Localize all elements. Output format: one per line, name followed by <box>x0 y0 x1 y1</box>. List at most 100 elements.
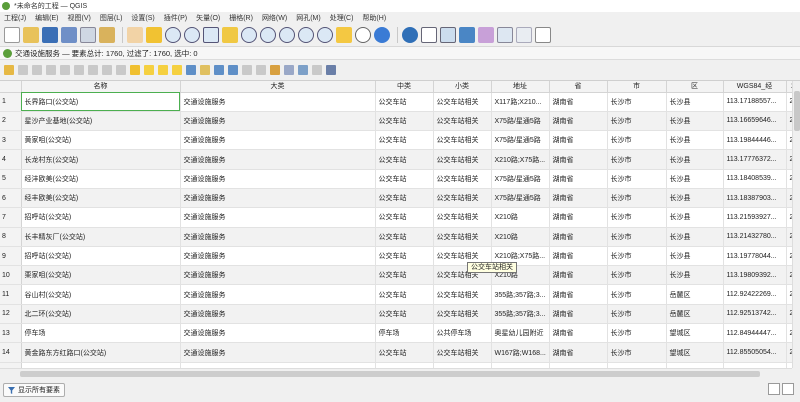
table-cell[interactable]: 望城区 <box>666 342 724 363</box>
table-cell[interactable]: 长沙市 <box>607 169 667 189</box>
table-cell[interactable]: 公交车站相关 <box>433 284 492 305</box>
table-cell[interactable]: 湖南省 <box>549 188 608 209</box>
zoom-full-icon[interactable] <box>222 26 238 43</box>
print-layout-icon[interactable] <box>80 26 96 43</box>
table-cell[interactable]: 招呼站(公交站) <box>21 207 181 228</box>
multi-edit-icon[interactable] <box>18 65 28 75</box>
cut-icon[interactable] <box>88 65 98 75</box>
select-by-expression-icon[interactable] <box>130 65 140 75</box>
table-cell[interactable]: 113.18408539... <box>723 169 787 189</box>
table-cell[interactable]: 公交车站 <box>375 265 434 286</box>
table-cell[interactable]: 交通设施服务 <box>180 265 376 286</box>
table-cell[interactable]: 经丰欧美(公交站) <box>21 188 181 209</box>
table-cell[interactable]: 长沙县 <box>666 130 724 151</box>
menu-item[interactable]: 图层(L) <box>100 13 123 23</box>
menu-item[interactable]: 网孔(M) <box>296 13 321 23</box>
table-cell[interactable]: 长沙县 <box>666 207 724 228</box>
menu-item[interactable]: 插件(P) <box>164 13 187 23</box>
table-cell[interactable]: 湖南省 <box>549 323 608 344</box>
attribute-table[interactable]: 名称大类中类小类地址省市区WGS84_经29 1长界路口(公交站)交通设施服务公… <box>0 81 792 368</box>
row-number[interactable]: 4 <box>0 149 22 170</box>
zoom-native-icon[interactable] <box>279 26 295 43</box>
table-cell[interactable]: 公交车站 <box>375 92 434 112</box>
menu-item[interactable]: 工程(J) <box>4 13 26 23</box>
copy-icon[interactable] <box>102 65 112 75</box>
table-cell[interactable]: 长沙市 <box>607 207 667 228</box>
pan-to-selected-icon[interactable] <box>214 65 224 75</box>
table-cell[interactable]: 公交车站相关 <box>433 304 492 325</box>
table-cell[interactable]: 长沙市 <box>607 284 667 305</box>
table-cell[interactable]: 交通设施服务 <box>180 284 376 305</box>
vertical-scrollbar[interactable] <box>792 81 800 368</box>
table-cell[interactable]: 交通设施服务 <box>180 188 376 209</box>
table-cell[interactable]: 113.17776372... <box>723 149 787 170</box>
zoom-to-selected-icon[interactable] <box>228 65 238 75</box>
table-cell[interactable]: 113.16659646... <box>723 111 787 132</box>
table-cell[interactable]: 长界路口(公交站) <box>21 92 181 112</box>
table-cell[interactable]: 湖南省 <box>549 207 608 228</box>
table-cell[interactable]: 公交车站 <box>375 207 434 228</box>
save-as-icon[interactable] <box>61 26 77 43</box>
table-cell[interactable]: 长沙市 <box>607 342 667 363</box>
table-row[interactable]: 6 经丰欧美(公交站) 交通设施服务 公交车站 公交车站相关 X75路/星通5路 湖南省 长沙… <box>0 188 792 209</box>
table-cell[interactable]: 交通设施服务 <box>180 207 376 228</box>
table-cell[interactable]: X210路 <box>491 207 550 228</box>
horizontal-scrollbar[interactable] <box>0 368 792 378</box>
add-feature-icon[interactable] <box>60 65 70 75</box>
row-number[interactable]: 11 <box>0 284 22 305</box>
table-cell[interactable]: 112.85505054... <box>723 342 787 363</box>
table-cell[interactable]: 交通设施服务 <box>180 130 376 151</box>
table-cell[interactable]: X75路/星通5路 <box>491 111 550 132</box>
table-cell[interactable]: 112.92422269... <box>723 284 787 305</box>
table-cell[interactable]: 长沙县 <box>666 111 724 132</box>
table-cell[interactable]: 湖南省 <box>549 342 608 363</box>
pan-hand-icon[interactable] <box>127 26 143 43</box>
column-header[interactable]: WGS84_经 <box>723 81 787 93</box>
table-cell[interactable]: 谷山村(公交站) <box>21 284 181 305</box>
table-cell[interactable]: 交通设施服务 <box>180 342 376 363</box>
table-cell[interactable]: 交通设施服务 <box>180 169 376 189</box>
table-cell[interactable]: 交通设施服务 <box>180 323 376 344</box>
table-cell[interactable]: 星沙产业基地(公交站) <box>21 111 181 132</box>
table-cell[interactable]: 长沙市 <box>607 265 667 286</box>
table-cell[interactable]: 奥星幼儿园附近 <box>491 323 550 344</box>
table-cell[interactable]: 公交车站 <box>375 149 434 170</box>
menu-item[interactable]: 帮助(H) <box>362 13 386 23</box>
table-row[interactable]: 9 招呼站(公交站) 交通设施服务 公交车站 公交车站相关 X210路;X75路... 湖南… <box>0 246 792 267</box>
annotation-text-icon[interactable] <box>535 26 551 43</box>
table-cell[interactable]: 公交车站相关 <box>433 111 492 132</box>
table-cell[interactable]: 113.19778044... <box>723 246 787 267</box>
table-row[interactable]: 2 星沙产业基地(公交站) 交通设施服务 公交车站 公交车站相关 X75路/星通5路 湖南省… <box>0 111 792 132</box>
row-number[interactable]: 9 <box>0 246 22 267</box>
menu-item[interactable]: 编辑(E) <box>35 13 58 23</box>
table-cell[interactable]: 停车场 <box>21 323 181 344</box>
row-number[interactable]: 14 <box>0 342 22 363</box>
table-cell[interactable]: 长龙村东(公交站) <box>21 149 181 170</box>
table-cell[interactable]: 长丰精灰厂(公交站) <box>21 227 181 247</box>
table-cell[interactable]: 湖南省 <box>549 227 608 247</box>
processing-toolbox-icon[interactable] <box>459 26 475 43</box>
row-number[interactable]: 2 <box>0 111 22 132</box>
table-cell[interactable]: 岳麓区 <box>666 284 724 305</box>
table-cell[interactable]: 长沙市 <box>607 246 667 267</box>
table-cell[interactable]: 公交车站相关 <box>433 169 492 189</box>
row-number[interactable]: 12 <box>0 304 22 325</box>
row-number[interactable]: 3 <box>0 130 22 151</box>
layout-manager-icon[interactable] <box>99 26 115 43</box>
table-cell[interactable]: 公交车站 <box>375 284 434 305</box>
table-cell[interactable]: 公交车站相关 <box>433 227 492 247</box>
table-row[interactable]: 3 黄家咀(公交站) 交通设施服务 公交车站 公交车站相关 X75路/星通5路 湖南省 长沙市… <box>0 130 792 151</box>
table-row[interactable]: 11 谷山村(公交站) 交通设施服务 公交车站 公交车站相关 355路;357路;3...… <box>0 284 792 305</box>
reload-icon[interactable] <box>46 65 56 75</box>
save-project-icon[interactable] <box>42 26 58 43</box>
table-cell[interactable]: X75路/星通5路 <box>491 169 550 189</box>
table-cell[interactable]: W167路;W168... <box>491 342 550 363</box>
table-cell[interactable]: 355路;357路;3... <box>491 304 550 325</box>
table-cell[interactable]: 长沙市 <box>607 111 667 132</box>
table-cell[interactable]: 湖南省 <box>549 246 608 267</box>
move-selection-top-icon[interactable] <box>200 65 210 75</box>
table-row[interactable]: 1 长界路口(公交站) 交通设施服务 公交车站 公交车站相关 X117路;X210... 湖… <box>0 92 792 112</box>
table-cell[interactable]: 113.21432780... <box>723 227 787 247</box>
zoom-out-icon[interactable] <box>184 26 200 43</box>
zoom-rubberband-icon[interactable] <box>203 26 219 43</box>
